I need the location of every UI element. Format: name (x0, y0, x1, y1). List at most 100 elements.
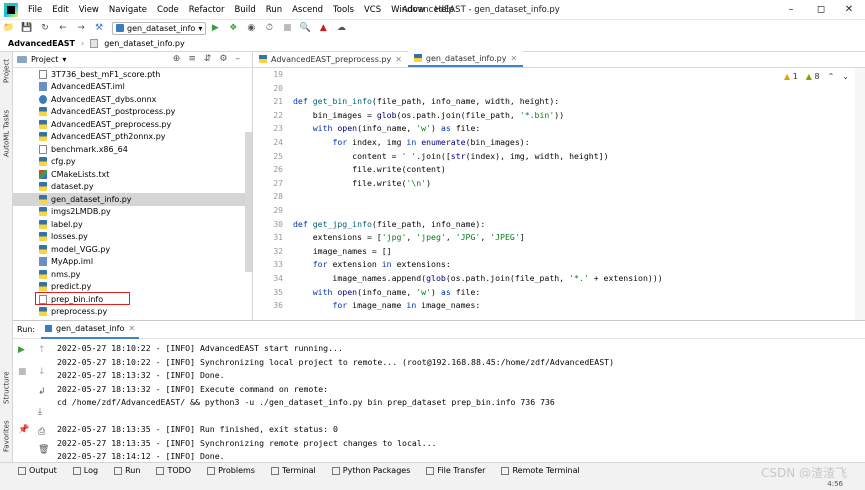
file-tree-item[interactable]: AdvancedEAST.iml (13, 81, 253, 94)
menu-item-file[interactable]: File (23, 0, 47, 20)
file-name: benchmark.x86_64 (51, 144, 128, 154)
trash-icon[interactable]: 🗑 (38, 445, 49, 455)
save-icon[interactable]: 💾 (20, 21, 34, 35)
file-tree-item[interactable]: imgs2LMDB.py (13, 206, 253, 219)
run-configuration-select[interactable]: gen_dataset_info ▾ (112, 21, 207, 35)
tool-window-output[interactable]: Output (18, 466, 57, 475)
menu-item-edit[interactable]: Edit (47, 0, 73, 20)
minimize-icon[interactable]: – (777, 0, 805, 20)
expand-all-icon[interactable]: ⇵ (204, 54, 212, 64)
print-icon[interactable]: ⎙ (38, 427, 45, 437)
menu-item-view[interactable]: View (74, 0, 104, 20)
structure-tool-tab[interactable]: Structure (0, 368, 13, 408)
file-tree-item[interactable]: AdvancedEAST_postprocess.py (13, 106, 253, 119)
file-tree-item[interactable]: gen_dataset_info.py (13, 193, 253, 206)
console-line: 2022-05-27 18:13:32 - [INFO] Done. (57, 370, 225, 380)
tool-window-python-packages[interactable]: Python Packages (331, 466, 410, 475)
close-icon[interactable]: ✕ (510, 54, 517, 63)
project-tool-tab[interactable]: Project (0, 56, 13, 86)
inspection-widget[interactable]: ▲ 1 ▲ 8 ⌃ ⌄ (784, 72, 849, 81)
menu-item-ascend[interactable]: Ascend (287, 0, 328, 20)
automl-tool-tab[interactable]: AutoML Tasks (0, 102, 13, 164)
project-scrollbar[interactable] (245, 132, 252, 272)
soft-wrap-icon[interactable]: ↲ (38, 387, 46, 397)
profile-icon[interactable]: ⏱ (262, 21, 276, 35)
breadcrumb-file[interactable]: gen_dataset_info.py (104, 39, 185, 48)
run-tab[interactable]: gen_dataset_info ✕ (41, 321, 140, 339)
editor-scrollbar[interactable] (855, 68, 865, 320)
menu-item-tools[interactable]: Tools (328, 0, 359, 20)
favorites-tool-tab[interactable]: Favorites (0, 416, 13, 456)
file-tree-item[interactable]: AdvancedEAST_pth2onnx.py (13, 131, 253, 144)
tool-window-file-transfer[interactable]: File Transfer (426, 466, 485, 475)
forward-icon[interactable]: → (74, 21, 88, 35)
tool-window-todo[interactable]: TODO (156, 466, 191, 475)
tool-window-terminal[interactable]: Terminal (270, 466, 316, 475)
search-icon[interactable]: 🔍 (298, 21, 312, 35)
build-hammer-icon[interactable]: ⚒ (92, 21, 106, 35)
tool-window-problems[interactable]: Problems (207, 466, 255, 475)
file-tree-item[interactable]: AdvancedEAST_preprocess.py (13, 118, 253, 131)
menu-item-vcs[interactable]: VCS (359, 0, 386, 20)
run-icon[interactable]: ▶ (208, 21, 222, 35)
close-icon[interactable]: ✕ (835, 0, 863, 20)
file-tree-item[interactable]: CMakeLists.txt (13, 168, 253, 181)
project-panel-title[interactable]: Project (31, 55, 58, 64)
file-tree-item[interactable]: cfg.py (13, 156, 253, 169)
sync-icon[interactable]: ↻ (38, 21, 52, 35)
back-icon[interactable]: ← (56, 21, 70, 35)
debug-icon[interactable]: ❖ (226, 21, 240, 35)
maximize-icon[interactable]: ◻ (807, 0, 835, 20)
stop-icon[interactable]: ■ (280, 21, 294, 35)
python-icon (116, 24, 124, 32)
chevron-down-icon[interactable]: ▾ (62, 55, 66, 64)
file-tree-item[interactable]: losses.py (13, 231, 253, 244)
gear-icon[interactable]: ⚙ (219, 54, 227, 64)
menu-item-build[interactable]: Build (229, 0, 260, 20)
tool-window-label: Terminal (281, 466, 316, 475)
stop-icon[interactable]: ■ (18, 367, 27, 377)
file-tree-item[interactable]: model_VGG.py (13, 243, 253, 256)
file-file-icon (39, 144, 47, 154)
remote-icon[interactable]: ☁ (334, 21, 348, 35)
up-icon[interactable]: ↑ (38, 345, 46, 355)
file-tree-item[interactable]: benchmark.x86_64 (13, 143, 253, 156)
py-file-icon (39, 207, 47, 217)
down-icon[interactable]: ↓ (38, 367, 46, 377)
file-tree-item[interactable]: preprocess.py (13, 306, 253, 319)
menu-item-refactor[interactable]: Refactor (184, 0, 230, 20)
tool-window-remote-terminal[interactable]: Remote Terminal (501, 466, 580, 475)
code-area[interactable]: def get_bin_info(file_path, info_name, w… (293, 68, 851, 320)
close-icon[interactable]: ✕ (128, 324, 135, 333)
file-tree-item[interactable]: nms.py (13, 268, 253, 281)
file-tree-item[interactable]: 3T736_best_mF1_score.pth (13, 68, 253, 81)
file-tree-item[interactable]: label.py (13, 218, 253, 231)
coverage-icon[interactable]: ◉ (244, 21, 258, 35)
console-output[interactable]: 2022-05-27 18:10:22 - [INFO] AdvancedEAS… (57, 339, 865, 463)
chevron-up-icon[interactable]: ⌃ (828, 72, 835, 81)
collapse-all-icon[interactable]: ≡ (188, 54, 196, 64)
tool-window-log[interactable]: Log (72, 466, 98, 475)
caret-position[interactable]: 4:56 (827, 478, 843, 490)
scroll-to-end-icon[interactable]: ⤓ (38, 407, 42, 417)
breadcrumb-project[interactable]: AdvancedEAST (8, 39, 75, 48)
open-folder-icon[interactable]: 📁 (2, 21, 16, 35)
close-icon[interactable]: ✕ (395, 55, 402, 64)
file-tree-item[interactable]: dataset.py (13, 181, 253, 194)
file-tree-item[interactable]: MyApp.iml (13, 256, 253, 269)
editor-tab[interactable]: AdvancedEAST_preprocess.py ✕ (253, 51, 408, 67)
menu-item-run[interactable]: Run (261, 0, 287, 20)
line-number: 30 (273, 219, 283, 229)
file-tree-item[interactable]: AdvancedEAST_dybs.onnx (13, 93, 253, 106)
menu-item-navigate[interactable]: Navigate (104, 0, 152, 20)
locate-icon[interactable]: ⊕ (173, 54, 181, 64)
line-number: 26 (273, 165, 283, 175)
hide-icon[interactable]: – (236, 54, 241, 64)
pin-icon[interactable]: 📌 (18, 425, 29, 435)
menu-item-code[interactable]: Code (152, 0, 184, 20)
chevron-down-icon[interactable]: ⌄ (842, 72, 849, 81)
editor-tab[interactable]: gen_dataset_info.py ✕ (407, 51, 524, 67)
rerun-icon[interactable]: ▶ (18, 345, 25, 355)
tool-window-run[interactable]: Run (114, 466, 140, 475)
ascend-icon[interactable]: ▲ (316, 21, 330, 35)
